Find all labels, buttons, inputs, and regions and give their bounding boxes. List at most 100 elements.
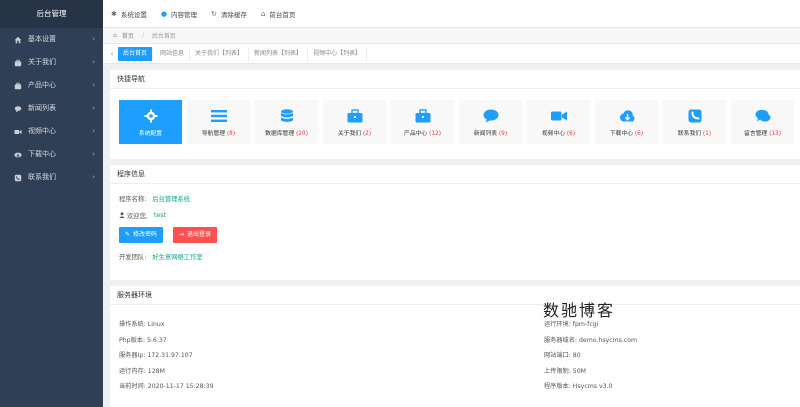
quick-nav-navigation[interactable]: 导航管理 (8) (187, 100, 250, 144)
sidebar-item-video[interactable]: 视频中心 › (0, 120, 103, 143)
top-nav-clear-cache[interactable]: ↻ 清除缓存 (211, 9, 247, 19)
quick-nav-system-config[interactable]: 系统配置 (119, 100, 182, 144)
program-name-label: 程序名称: (119, 196, 147, 203)
top-nav-content-management[interactable]: ● 内容管理 (161, 9, 197, 19)
server-memory: 运行内存: 128M (119, 368, 165, 375)
program-info-panel: 程序信息 程序名称: 后台管理系统 欢迎您, test ✎ 修改密码 ⇥ 退出登… (110, 165, 800, 280)
video-icon (550, 107, 567, 125)
change-password-button[interactable]: ✎ 修改密码 (119, 227, 164, 243)
sidebar-item-label: 联系我们 (28, 173, 56, 181)
quick-nav-label: 数据库管理 (20) (265, 131, 308, 137)
sidebar-item-label: 关于我们 (28, 58, 56, 66)
chevron-right-icon: › (92, 58, 95, 66)
server-domain: 服务器域名: demo.hsycms.com (544, 337, 638, 344)
dev-team-value[interactable]: 好生意网络工作室 (152, 252, 202, 261)
briefcase-icon (415, 107, 431, 125)
server-env-title: 服务器环境 (110, 286, 800, 305)
video-icon (14, 128, 22, 136)
server-ip: 服务器Ip: 172.31.97.107 (119, 352, 193, 359)
chevron-left-icon[interactable]: ‹ (106, 50, 118, 58)
change-password-label: 修改密码 (133, 231, 158, 238)
server-php-version: Php版本: 5.6.37 (119, 337, 167, 344)
breadcrumb: ⌂ 首页 / 后台首页 (103, 28, 800, 44)
sidebar-item-contact[interactable]: 联系我们 › (0, 166, 103, 189)
sidebar-item-products[interactable]: 产品中心 › (0, 74, 103, 97)
quick-nav-database[interactable]: 数据库管理 (20) (255, 100, 318, 144)
tab-bar: ‹ 后台首页 网站信息 关于我们【列表】 新闻列表【列表】 视频中心【列表】 (103, 44, 800, 64)
chevron-right-icon: › (92, 81, 95, 89)
quick-nav-download[interactable]: 下载中心 (6) (595, 100, 658, 144)
chevron-right-icon: › (92, 104, 95, 112)
logout-button[interactable]: ⇥ 退出登录 (173, 227, 218, 243)
comments-icon (755, 107, 771, 125)
comment-icon: ● (160, 9, 167, 18)
top-nav-label: 内容管理 (170, 10, 197, 19)
top-nav-system-settings[interactable]: ✱ 系统设置 (111, 9, 147, 19)
cloud-download-icon (14, 151, 22, 159)
quick-nav-label: 留言管理 (13) (744, 131, 781, 137)
dev-team-row: 开发团队: 好生意网络工作室 (119, 252, 203, 261)
sidebar-logo: 后台管理 (0, 0, 103, 28)
gear-icon: ✱ (111, 9, 117, 18)
sidebar-item-about[interactable]: 关于我们 › (0, 51, 103, 74)
quick-nav-label: 下载中心 (6) (609, 131, 644, 137)
sidebar-menu: 基本设置 › 关于我们 › 产品中心 › 新闻列表 › 视频中心 › 下载中心 … (0, 28, 103, 189)
quick-nav-label: 关于我们 (2) (337, 131, 372, 137)
server-os: 操作系统: Linux (119, 321, 165, 328)
program-name-value: 后台管理系统 (152, 196, 191, 203)
server-current-time: 当前时间: 2020-11-17 15:28:39 (119, 383, 214, 390)
top-nav-frontend-home[interactable]: ⌂ 前台首页 (261, 9, 295, 19)
quick-nav-title: 快捷导航 (110, 70, 800, 89)
quick-nav-label: 视频中心 (6) (541, 131, 576, 137)
chevron-right-icon: › (92, 127, 95, 135)
sidebar-item-label: 下载中心 (28, 150, 56, 158)
breadcrumb-separator: / (141, 32, 144, 39)
logout-label: 退出登录 (187, 231, 212, 238)
tab-video-list[interactable]: 视频中心【列表】 (308, 46, 368, 61)
dev-team-label: 开发团队: (119, 254, 147, 261)
phone-icon (14, 174, 22, 182)
sidebar-item-news[interactable]: 新闻列表 › (0, 97, 103, 120)
breadcrumb-home[interactable]: 首页 (122, 31, 134, 40)
sidebar-item-label: 视频中心 (28, 127, 56, 135)
top-nav: ✱ 系统设置 ● 内容管理 ↻ 清除缓存 ⌂ 前台首页 (103, 0, 800, 28)
top-nav-label: 系统设置 (120, 10, 147, 19)
tab-about-list[interactable]: 关于我们【列表】 (190, 46, 250, 61)
quick-nav-products[interactable]: 产品中心 (12) (391, 100, 454, 144)
quick-nav-label: 系统配置 (138, 131, 163, 137)
tab-news-list[interactable]: 新闻列表【列表】 (249, 46, 309, 61)
quick-nav-grid: 系统配置 导航管理 (8) 数据库管理 (20) 关于我们 (2) 产品中心 (… (119, 100, 799, 144)
quick-nav-contact[interactable]: 联系我们 (1) (663, 100, 726, 144)
tab-admin-home[interactable]: 后台首页 (118, 46, 154, 61)
server-port: 网站端口: 80 (544, 352, 581, 359)
quick-nav-news[interactable]: 新闻列表 (9) (459, 100, 522, 144)
welcome-label: 欢迎您, (127, 213, 148, 220)
briefcase-icon (347, 107, 363, 125)
server-program-version: 程序版本: Hsycms v3.0 (544, 383, 613, 390)
wrench-icon: ✎ (125, 231, 131, 238)
quick-nav-panel: 快捷导航 系统配置 导航管理 (8) 数据库管理 (20) 关于我们 (2) 产… (110, 70, 800, 159)
tab-site-info[interactable]: 网站信息 (155, 46, 191, 61)
database-icon (280, 107, 293, 125)
chevron-right-icon: › (92, 35, 95, 43)
program-info-title: 程序信息 (110, 165, 800, 184)
comment-icon (483, 107, 499, 125)
quick-nav-about[interactable]: 关于我们 (2) (323, 100, 386, 144)
sidebar-item-label: 产品中心 (28, 81, 56, 89)
sidebar-item-label: 基本设置 (28, 35, 56, 43)
refresh-icon: ↻ (210, 9, 217, 18)
watermark: 数驰博客 (543, 301, 616, 320)
home-icon (14, 36, 22, 44)
program-name-row: 程序名称: 后台管理系统 (119, 194, 190, 203)
quick-nav-messages[interactable]: 留言管理 (13) (731, 100, 794, 144)
sidebar-item-basic-settings[interactable]: 基本设置 › (0, 28, 103, 51)
server-upload-limit: 上传限制: 50M (544, 368, 587, 375)
sidebar-item-label: 新闻列表 (28, 104, 56, 112)
phone-icon (688, 107, 702, 125)
top-nav-label: 前台首页 (269, 10, 296, 19)
sidebar-item-download[interactable]: 下载中心 › (0, 143, 103, 166)
quick-nav-video[interactable]: 视频中心 (6) (527, 100, 590, 144)
sidebar: 后台管理 基本设置 › 关于我们 › 产品中心 › 新闻列表 › 视频中心 › … (0, 0, 103, 407)
quick-nav-label: 产品中心 (12) (404, 131, 441, 137)
quick-nav-label: 新闻列表 (9) (473, 131, 508, 137)
